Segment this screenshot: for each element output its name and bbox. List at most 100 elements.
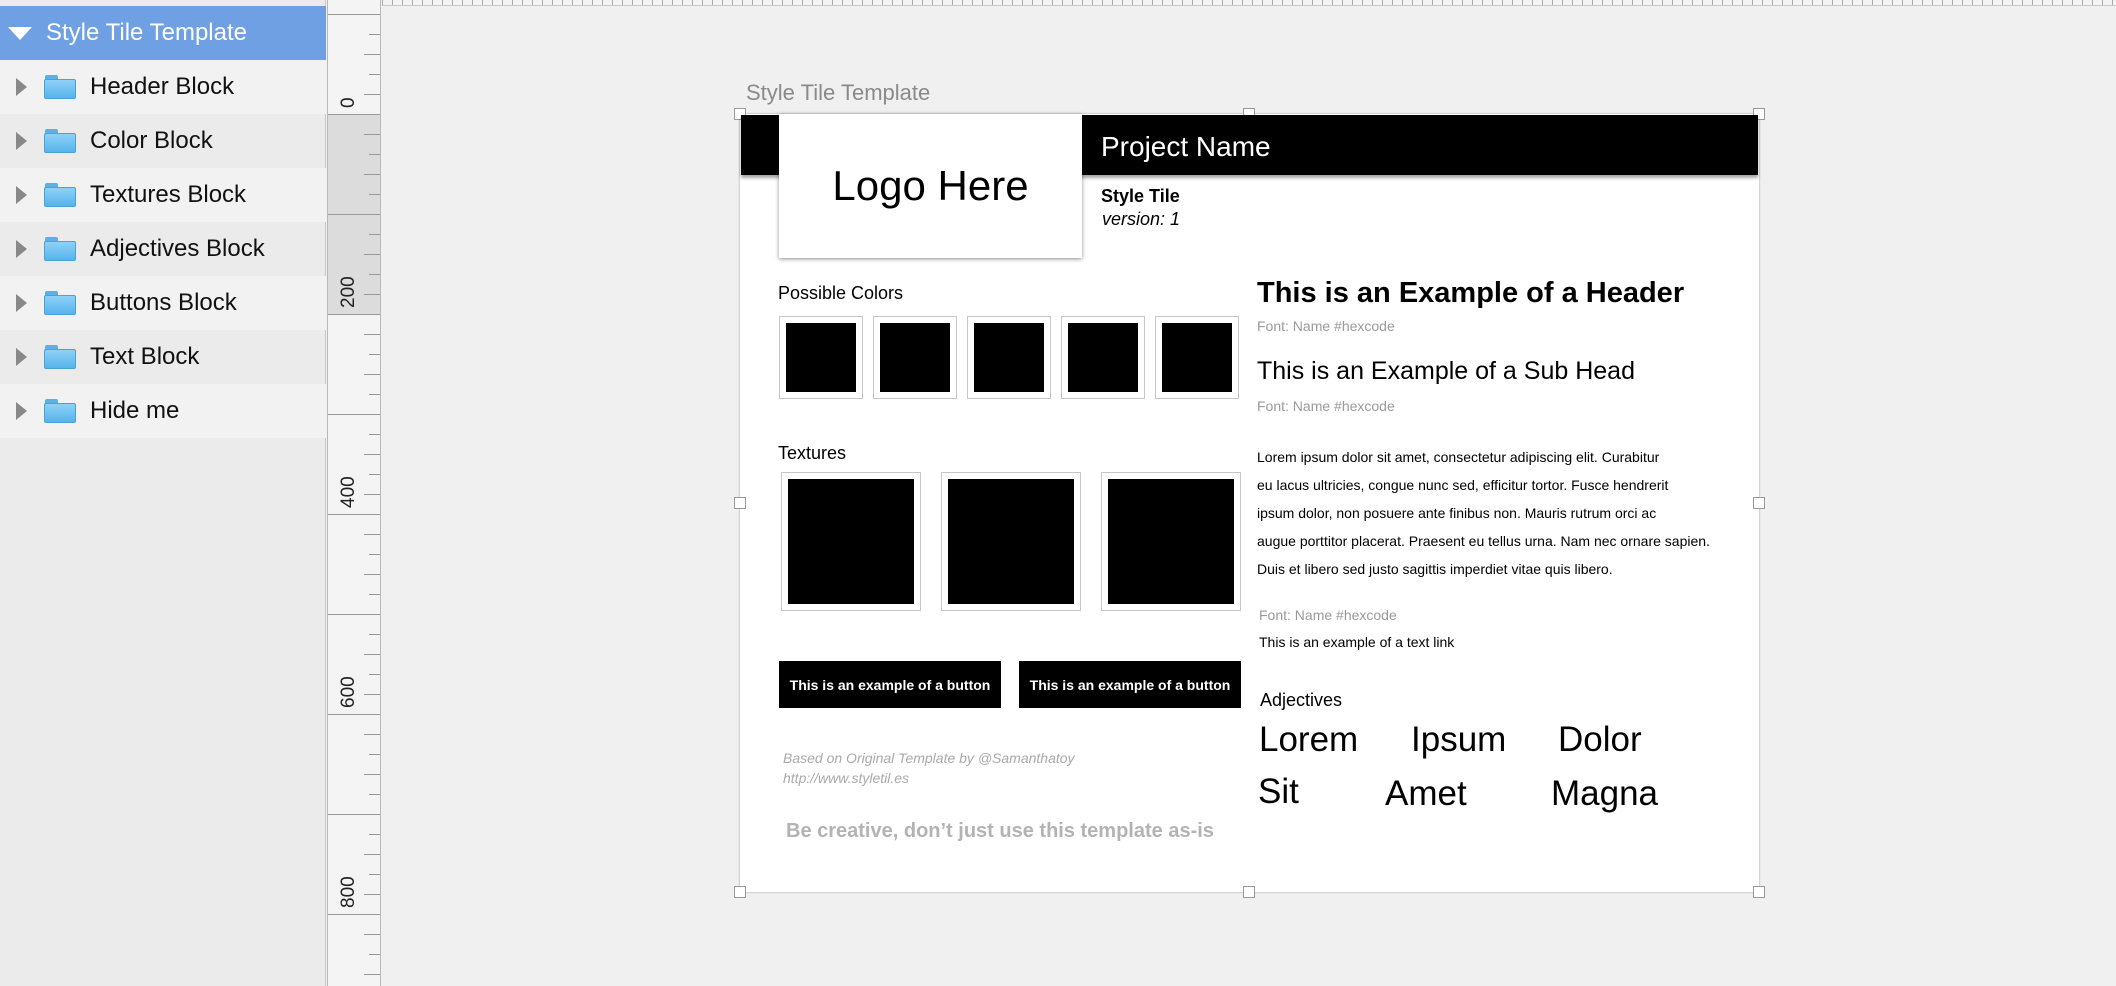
ruler-tick xyxy=(1702,0,1703,5)
be-creative-note: Be creative, don’t just use this templat… xyxy=(786,820,1214,842)
ruler-tick xyxy=(932,0,933,5)
ruler-tick xyxy=(432,0,433,5)
ruler-tick xyxy=(1452,0,1453,5)
resize-handle-bottom[interactable] xyxy=(1243,886,1255,898)
layers-sidebar: Style Tile Template Header Block Color B… xyxy=(0,0,326,986)
ruler-tick xyxy=(542,0,543,5)
ruler-tick xyxy=(892,0,893,5)
ruler-tick xyxy=(882,0,883,5)
resize-handle-bottom-right[interactable] xyxy=(1753,886,1765,898)
layer-color-block[interactable]: Color Block xyxy=(0,114,326,168)
ruler-tick xyxy=(1012,0,1013,5)
ruler-tick xyxy=(1622,0,1623,5)
ruler-tick xyxy=(1952,0,1953,5)
example-button[interactable]: This is an example of a button xyxy=(1019,661,1241,708)
color-swatch xyxy=(873,316,957,399)
ruler-tick xyxy=(1102,0,1103,5)
example-text-link[interactable]: This is an example of a text link xyxy=(1259,634,1454,650)
ruler-tick xyxy=(1432,0,1433,5)
disclosure-collapsed-icon[interactable] xyxy=(16,294,27,312)
ruler-tick xyxy=(2042,0,2043,5)
ruler-tick xyxy=(364,134,380,135)
disclosure-collapsed-icon[interactable] xyxy=(16,132,27,150)
layer-label: Textures Block xyxy=(90,181,247,208)
ruler-tick xyxy=(1312,0,1313,5)
ruler-tick xyxy=(1632,0,1633,5)
ruler-tick xyxy=(602,0,603,5)
artboard-title[interactable]: Style Tile Template xyxy=(746,80,930,106)
ruler-tick xyxy=(1662,0,1663,5)
layer-root-style-tile-template[interactable]: Style Tile Template xyxy=(0,6,326,60)
ruler-tick xyxy=(1262,0,1263,5)
artboard[interactable]: Project Name Logo Here Style Tile versio… xyxy=(734,108,1765,898)
ruler-tick xyxy=(872,0,873,5)
ruler-tick xyxy=(952,0,953,5)
ruler-tick xyxy=(364,454,380,455)
ruler-tick xyxy=(1772,0,1773,5)
logo-placeholder: Logo Here xyxy=(779,114,1082,258)
ruler-tick xyxy=(512,0,513,5)
layer-buttons-block[interactable]: Buttons Block xyxy=(0,276,326,330)
ruler-tick xyxy=(1122,0,1123,5)
folder-icon xyxy=(44,399,76,423)
ruler-tick xyxy=(522,0,523,5)
ruler-tick xyxy=(1342,0,1343,5)
layer-label: Text Block xyxy=(90,343,200,370)
vertical-ruler[interactable]: 0 200 400 600 800 xyxy=(327,0,381,986)
disclosure-collapsed-icon[interactable] xyxy=(16,402,27,420)
ruler-tick xyxy=(1532,0,1533,5)
ruler-tick xyxy=(364,494,380,495)
ruler-tick xyxy=(792,0,793,5)
ruler-tick xyxy=(1972,0,1973,5)
ruler-tick xyxy=(1062,0,1063,5)
ruler-tick xyxy=(369,434,380,435)
disclosure-collapsed-icon[interactable] xyxy=(16,240,27,258)
example-button[interactable]: This is an example of a button xyxy=(779,661,1001,708)
ruler-tick xyxy=(1582,0,1583,5)
texture-swatch xyxy=(1101,472,1241,611)
ruler-tick xyxy=(1512,0,1513,5)
ruler-tick xyxy=(1842,0,1843,5)
resize-handle-bottom-left[interactable] xyxy=(734,886,746,898)
folder-icon xyxy=(44,345,76,369)
ruler-tick xyxy=(1852,0,1853,5)
ruler-tick xyxy=(1442,0,1443,5)
ruler-tick xyxy=(442,0,443,5)
ruler-tick xyxy=(369,754,380,755)
ruler-tick xyxy=(369,354,380,355)
ruler-tick xyxy=(1592,0,1593,5)
resize-handle-left[interactable] xyxy=(734,497,746,509)
ruler-tick xyxy=(682,0,683,5)
ruler-tick xyxy=(1372,0,1373,5)
color-swatch xyxy=(1155,316,1239,399)
ruler-tick xyxy=(802,0,803,5)
ruler-tick xyxy=(1222,0,1223,5)
ruler-tick xyxy=(1682,0,1683,5)
ruler-tick xyxy=(412,0,413,5)
ruler-tick xyxy=(364,254,380,255)
disclosure-collapsed-icon[interactable] xyxy=(16,78,27,96)
layer-text-block[interactable]: Text Block xyxy=(0,330,326,384)
ruler-tick xyxy=(328,114,380,115)
adjectives-label: Adjectives xyxy=(1260,690,1343,710)
layer-adjectives-block[interactable]: Adjectives Block xyxy=(0,222,326,276)
resize-handle-right[interactable] xyxy=(1753,497,1765,509)
disclosure-collapsed-icon[interactable] xyxy=(16,348,27,366)
layer-textures-block[interactable]: Textures Block xyxy=(0,168,326,222)
ruler-label: 0 xyxy=(338,97,359,108)
disclosure-collapsed-icon[interactable] xyxy=(16,186,27,204)
horizontal-ruler[interactable] xyxy=(382,0,2116,6)
ruler-tick xyxy=(2082,0,2083,5)
ruler-label: 200 xyxy=(338,276,359,308)
layer-hide-me[interactable]: Hide me xyxy=(0,384,326,438)
ruler-tick xyxy=(562,0,563,5)
ruler-tick xyxy=(2092,0,2093,5)
ruler-tick xyxy=(1322,0,1323,5)
ruler-tick xyxy=(369,874,380,875)
folder-icon xyxy=(44,75,76,99)
disclosure-expanded-icon[interactable] xyxy=(8,26,32,40)
layer-header-block[interactable]: Header Block xyxy=(0,60,326,114)
ruler-tick xyxy=(1992,0,1993,5)
ruler-tick xyxy=(1352,0,1353,5)
credit-url: http://www.styletil.es xyxy=(783,770,910,786)
